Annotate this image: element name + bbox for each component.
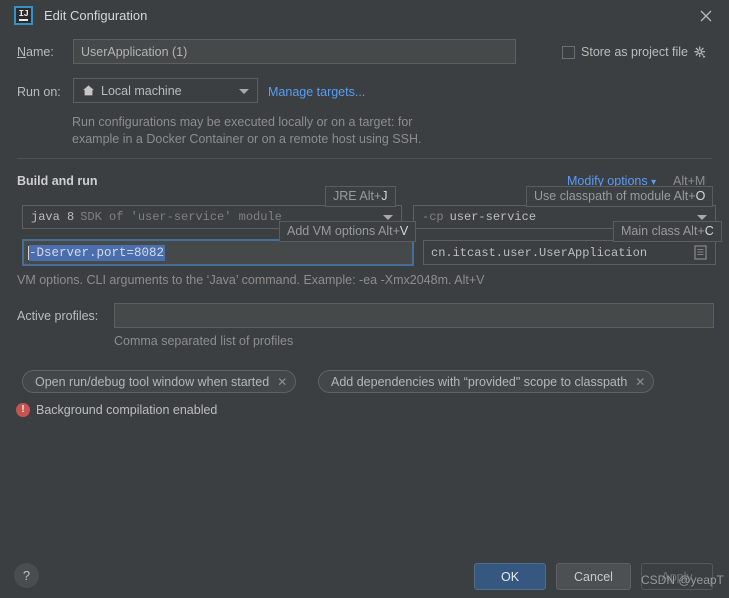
edit-configuration-dialog: IJ Edit Configuration Name: UserApplicat…	[0, 0, 729, 598]
name-label: Name:	[17, 45, 54, 59]
divider	[17, 158, 712, 159]
chevron-down-icon	[697, 215, 707, 220]
active-profiles-input[interactable]	[114, 303, 714, 328]
name-input-value: UserApplication (1)	[81, 44, 188, 59]
close-icon[interactable]: ✕	[635, 375, 645, 389]
active-profiles-label: Active profiles:	[17, 309, 99, 323]
vm-options-hint-tooltip: Add VM options Alt+V	[279, 221, 417, 242]
main-class-hint-tooltip: Main class Alt+C	[613, 221, 722, 242]
main-class-input[interactable]: cn.itcast.user.UserApplication	[423, 240, 716, 265]
store-as-project-file-checkbox[interactable]	[562, 45, 575, 59]
classpath-prefix: -cp	[422, 210, 444, 224]
status-text: Background compilation enabled	[36, 403, 218, 417]
name-label-rest: ame:	[26, 45, 54, 59]
intellij-idea-icon: IJ	[14, 6, 33, 25]
store-as-project-file-row[interactable]: Store as project file	[562, 45, 707, 59]
chip-open-run-debug-tool-window[interactable]: Open run/debug tool window when started …	[22, 370, 297, 393]
run-on-description-line1: Run configurations may be executed local…	[72, 115, 413, 129]
watermark: CSDN @yeapT	[641, 573, 724, 587]
jre-hint-tooltip: JRE Alt+J	[325, 186, 396, 207]
chip-add-provided-dependencies[interactable]: Add dependencies with “provided" scope t…	[318, 370, 655, 393]
close-icon[interactable]	[695, 6, 717, 26]
ok-button[interactable]: OK	[474, 563, 546, 590]
run-on-label: Run on:	[17, 85, 61, 99]
error-icon: !	[16, 403, 30, 417]
chip-label: Open run/debug tool window when started	[35, 374, 270, 389]
vm-options-value: -Dserver.port=8082	[29, 244, 166, 261]
vm-options-help-text: VM options. CLI arguments to the ‘Java’ …	[17, 273, 485, 287]
run-on-value: Local machine	[101, 83, 182, 98]
jre-prefix: java 8	[31, 210, 75, 224]
chip-label: Add dependencies with “provided" scope t…	[331, 374, 628, 389]
dialog-title: Edit Configuration	[44, 8, 148, 23]
classpath-hint-tooltip: Use classpath of module Alt+O	[526, 186, 714, 207]
cancel-button[interactable]: Cancel	[556, 563, 631, 590]
name-label-mnemonic: N	[17, 45, 27, 59]
build-and-run-title: Build and run	[17, 174, 98, 188]
chevron-down-icon	[383, 215, 393, 220]
store-as-project-file-label: Store as project file	[581, 45, 689, 59]
jre-suffix: SDK of 'user-service' module	[80, 210, 282, 224]
help-button[interactable]: ?	[14, 563, 39, 588]
active-profiles-help-text: Comma separated list of profiles	[114, 334, 294, 348]
name-input[interactable]: UserApplication (1)	[73, 39, 516, 64]
classpath-module-value: user-service	[449, 210, 537, 224]
run-on-description: Run configurations may be executed local…	[72, 114, 532, 148]
gear-icon[interactable]	[694, 45, 707, 59]
run-on-combo[interactable]: Local machine	[73, 78, 258, 103]
chevron-down-icon	[239, 88, 249, 94]
run-on-description-line2: example in a Docker Container or on a re…	[72, 132, 422, 146]
main-class-value: cn.itcast.user.UserApplication	[431, 245, 648, 260]
status-row: ! Background compilation enabled	[16, 403, 217, 417]
title-bar: IJ Edit Configuration	[0, 0, 729, 32]
home-icon	[82, 84, 95, 97]
document-list-icon[interactable]	[694, 245, 707, 263]
manage-targets-link[interactable]: Manage targets...	[268, 85, 365, 99]
vm-options-input[interactable]: -Dserver.port=8082	[22, 239, 414, 266]
close-icon[interactable]: ✕	[277, 375, 287, 389]
